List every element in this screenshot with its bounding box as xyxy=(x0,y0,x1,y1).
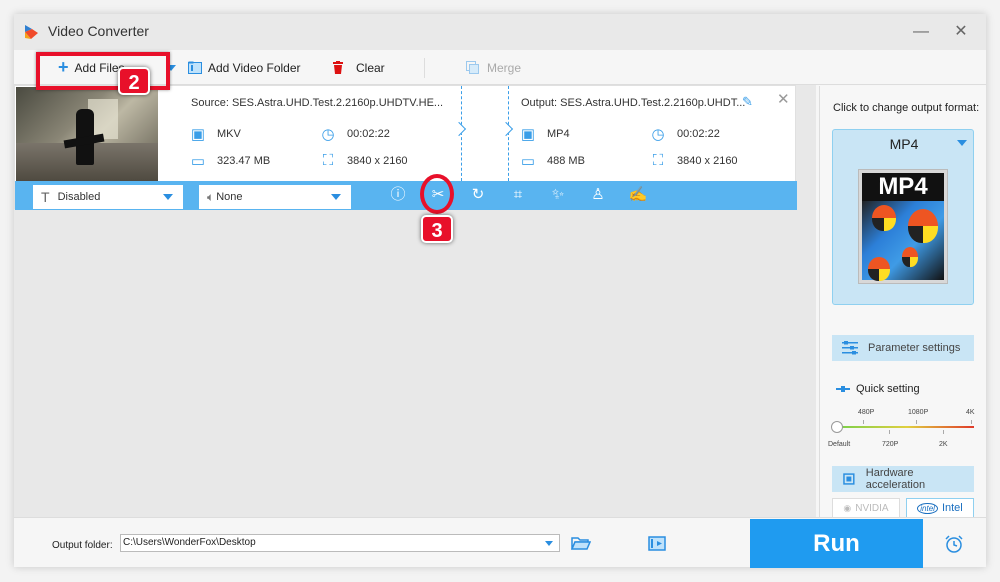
tick-mark xyxy=(916,420,917,424)
crop-icon[interactable]: ⌗ xyxy=(507,184,529,206)
annotation-highlight-trim xyxy=(420,174,454,214)
edit-filename-icon[interactable]: ✎ xyxy=(742,94,753,110)
tick-label-4k: 4K xyxy=(966,409,975,416)
output-folder-dropdown-icon[interactable] xyxy=(545,541,553,546)
annotation-badge-2: 2 xyxy=(118,67,150,95)
subtitle-edit-icon[interactable]: ✍ xyxy=(627,184,649,206)
folder-icon: ▭ xyxy=(520,153,536,170)
source-resolution: ⛶ 3840 x 2160 xyxy=(319,152,408,169)
output-folder-input[interactable]: C:\Users\WonderFox\Desktop xyxy=(120,534,560,552)
hardware-acceleration-button[interactable]: Hardware acceleration xyxy=(832,466,974,492)
folder-icon: ▭ xyxy=(190,153,206,170)
subtitle-select[interactable]: T Disabled xyxy=(33,185,183,209)
mp4-format-icon: MP4 xyxy=(858,169,948,284)
app-window: Video Converter — ✕ + Add Files Add Vide… xyxy=(14,14,986,568)
annotation-badge-3: 3 xyxy=(421,215,453,243)
chip-icon xyxy=(843,473,855,485)
output-settings-panel: Click to change output format: MP4 MP4 P… xyxy=(819,86,986,518)
tick-label-2k: 2K xyxy=(939,441,948,448)
window-title: Video Converter xyxy=(48,23,149,39)
watermark-icon[interactable]: ♙ xyxy=(587,184,609,206)
output-resolution: ⛶ 3840 x 2160 xyxy=(649,152,738,169)
parameter-settings-button[interactable]: Parameter settings xyxy=(832,335,974,361)
source-filename: Source: SES.Astra.UHD.Test.2.2160p.UHDTV… xyxy=(191,97,444,109)
intel-button[interactable]: intel Intel xyxy=(906,498,974,518)
chevron-down-icon xyxy=(163,194,173,200)
output-size: ▭ 488 MB xyxy=(520,153,585,170)
slider-icon xyxy=(836,386,850,392)
tick-label-1080p: 1080P xyxy=(908,409,929,416)
rotate-icon[interactable]: ↻ xyxy=(467,184,489,206)
tick-mark xyxy=(863,420,864,424)
chevron-down-icon xyxy=(331,194,341,200)
tick-mark xyxy=(943,430,944,434)
output-filename: Output: SES.Astra.UHD.Test.2.2160p.UHDT.… xyxy=(521,97,746,109)
clear-label: Clear xyxy=(356,60,385,75)
alarm-clock-icon[interactable] xyxy=(944,534,964,554)
resolution-icon: ⛶ xyxy=(322,152,334,169)
audio-track-select[interactable]: 🔈︎ None xyxy=(199,185,351,209)
effects-icon[interactable]: ✨︎ xyxy=(547,184,569,206)
format-name: MP4 xyxy=(889,136,919,152)
clock-icon: ◷ xyxy=(321,126,335,143)
quick-setting-label: Quick setting xyxy=(836,383,920,395)
trash-icon xyxy=(333,61,343,74)
chevron-down-icon xyxy=(957,140,967,146)
info-icon[interactable]: ⓘ xyxy=(387,184,409,206)
sliders-icon xyxy=(842,341,858,355)
video-file-icon: ▣ xyxy=(190,126,206,143)
nvidia-button[interactable]: ◉ NVIDIA xyxy=(832,498,900,518)
video-thumbnail[interactable] xyxy=(16,87,158,181)
edit-toolbar: T Disabled 🔈︎ None ⓘ ✂ ↻ ⌗ ✨︎ ♙ ✍ xyxy=(15,181,797,210)
run-button[interactable]: Run xyxy=(750,519,923,568)
text-icon: T xyxy=(41,189,50,205)
file-list-area: Source: SES.Astra.UHD.Test.2.2160p.UHDTV… xyxy=(14,85,816,518)
merge-button[interactable]: Merge xyxy=(466,50,521,85)
merge-label: Merge xyxy=(487,60,522,75)
minimize-button[interactable]: — xyxy=(910,22,932,42)
folder-video-icon xyxy=(188,61,202,74)
output-format-label: Click to change output format: xyxy=(833,102,980,114)
source-format: ▣ MKV xyxy=(190,126,241,143)
speaker-icon: 🔈︎ xyxy=(207,189,215,204)
app-logo-icon xyxy=(25,25,38,39)
open-output-folder-icon[interactable] xyxy=(648,535,666,551)
tick-label-720p: 720P xyxy=(882,441,899,448)
add-video-folder-button[interactable]: Add Video Folder xyxy=(188,50,301,85)
source-duration: ◷ 00:02:22 xyxy=(319,125,389,143)
close-window-button[interactable]: ✕ xyxy=(950,22,972,42)
tick-label-default: Default xyxy=(828,441,851,448)
clock-icon: ◷ xyxy=(651,126,665,143)
tick-mark xyxy=(889,430,890,434)
open-folder-icon[interactable] xyxy=(571,536,591,550)
output-format: ▣ MP4 xyxy=(520,126,570,143)
toolbar-divider xyxy=(424,58,425,78)
source-size: ▭ 323.47 MB xyxy=(190,153,271,170)
video-file-icon: ▣ xyxy=(520,126,536,143)
nvidia-logo-icon: ◉ xyxy=(843,502,852,513)
quality-slider-handle[interactable] xyxy=(831,421,843,433)
quality-slider-track[interactable] xyxy=(840,426,974,428)
resolution-icon: ⛶ xyxy=(652,152,664,169)
bottom-bar: Output folder: C:\Users\WonderFox\Deskto… xyxy=(14,517,986,568)
tick-label-480p: 480P xyxy=(858,409,875,416)
arrow-right-icon xyxy=(498,121,514,137)
output-folder-label: Output folder: xyxy=(52,540,113,551)
arrow-right-icon xyxy=(451,121,467,137)
remove-file-icon[interactable]: ✕ xyxy=(777,90,790,108)
output-duration: ◷ 00:02:22 xyxy=(649,125,719,143)
merge-icon xyxy=(466,61,479,74)
title-bar: Video Converter — ✕ xyxy=(14,14,986,50)
intel-logo-icon: intel xyxy=(917,502,938,514)
add-video-folder-label: Add Video Folder xyxy=(208,60,301,75)
clear-button[interactable]: Clear xyxy=(332,50,385,85)
tick-mark xyxy=(971,420,972,424)
output-format-selector[interactable]: MP4 MP4 xyxy=(832,129,974,305)
file-item[interactable]: Source: SES.Astra.UHD.Test.2.2160p.UHDTV… xyxy=(14,85,797,210)
